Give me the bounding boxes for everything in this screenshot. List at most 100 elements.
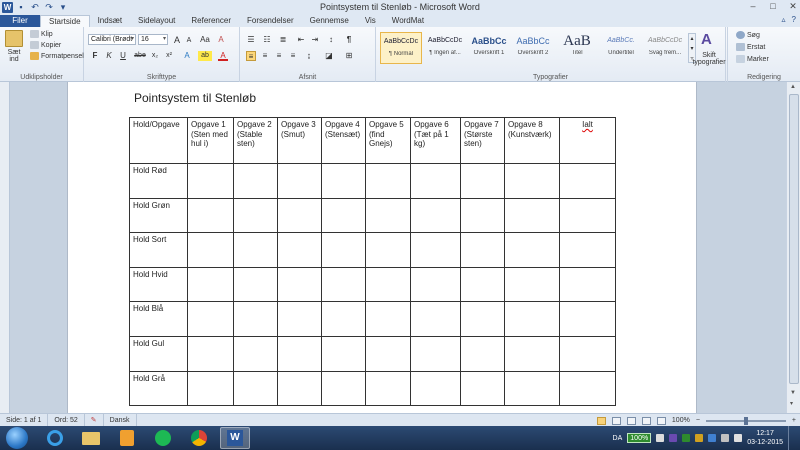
table-header-cell[interactable]: Ialt (559, 117, 616, 164)
score-cell[interactable] (187, 163, 234, 199)
undo-icon[interactable]: ↶ (29, 2, 41, 13)
word-taskbar-icon[interactable]: W (220, 427, 250, 449)
score-cell[interactable] (460, 232, 505, 268)
align-center-icon[interactable]: ≡ (260, 51, 270, 61)
score-cell[interactable] (277, 163, 322, 199)
text-effects-button[interactable]: A (182, 51, 192, 61)
total-cell[interactable] (559, 266, 616, 303)
score-cell[interactable] (365, 197, 411, 234)
page-down-icon[interactable]: ▾ (790, 400, 793, 407)
score-cell[interactable] (365, 335, 411, 372)
page-count[interactable]: Side: 1 af 1 (0, 413, 49, 427)
language-indicator[interactable]: Dansk (104, 413, 137, 427)
total-cell[interactable] (559, 232, 616, 268)
score-cell[interactable] (365, 301, 411, 337)
team-cell[interactable]: Hold Gul (129, 335, 188, 372)
score-cell[interactable] (233, 335, 278, 372)
score-cell[interactable] (277, 266, 322, 303)
zoom-level[interactable]: 100% (672, 417, 690, 424)
tab-file[interactable]: Filer (0, 15, 40, 27)
minimize-ribbon-icon[interactable]: ▵ (782, 15, 786, 24)
grow-font-button[interactable]: A (172, 35, 182, 45)
maximize-icon[interactable]: □ (768, 1, 778, 12)
team-cell[interactable]: Hold Rød (129, 163, 188, 199)
score-cell[interactable] (233, 301, 278, 337)
score-cell[interactable] (365, 232, 411, 268)
score-cell[interactable] (365, 266, 411, 303)
score-cell[interactable] (321, 370, 366, 407)
tab-references[interactable]: Referencer (183, 15, 239, 27)
style-heading-2[interactable]: AaBbCc Overskrift 2 (512, 32, 554, 64)
total-cell[interactable] (559, 370, 616, 407)
tab-insert[interactable]: Indsæt (90, 15, 130, 27)
style-heading-1[interactable]: AaBbCc Overskrift 1 (468, 32, 510, 64)
font-color-button[interactable]: A (218, 51, 228, 61)
increase-indent-icon[interactable]: ⇥ (310, 35, 320, 45)
total-cell[interactable] (559, 197, 616, 234)
scroll-thumb[interactable] (789, 94, 799, 384)
score-cell[interactable] (187, 266, 234, 303)
help-icon[interactable]: ? (792, 15, 796, 24)
team-cell[interactable]: Hold Blå (129, 301, 188, 337)
redo-icon[interactable]: ↷ (43, 2, 55, 13)
score-cell[interactable] (504, 370, 560, 407)
table-header-cell[interactable]: Opgave 3 (Smut) (277, 117, 322, 164)
clear-format-button[interactable]: A (216, 35, 226, 45)
borders-icon[interactable]: ⊞ (344, 51, 354, 61)
change-styles-icon[interactable]: A (701, 31, 712, 48)
bullets-icon[interactable]: ☰ (246, 35, 256, 45)
score-cell[interactable] (460, 335, 505, 372)
scroll-up-icon[interactable]: ▲ (790, 84, 796, 90)
superscript-button[interactable]: x² (164, 51, 174, 61)
change-styles-button[interactable]: Skift typografier (691, 52, 727, 66)
multilevel-list-icon[interactable]: ≣ (278, 35, 288, 45)
subscript-button[interactable]: x₂ (150, 51, 160, 61)
italic-button[interactable]: K (104, 51, 114, 61)
table-header-cell[interactable]: Opgave 5 (find Gnejs) (365, 117, 411, 164)
network-icon[interactable] (721, 434, 730, 442)
minimize-icon[interactable]: – (748, 1, 758, 12)
close-icon[interactable]: ✕ (788, 1, 798, 12)
tab-mailings[interactable]: Forsendelser (239, 15, 302, 27)
volume-icon[interactable] (734, 434, 743, 442)
copy-button[interactable]: Kopier (30, 41, 61, 49)
score-cell[interactable] (365, 163, 411, 199)
tray-app-icon[interactable] (669, 434, 678, 442)
team-cell[interactable]: Hold Grå (129, 370, 188, 407)
team-cell[interactable]: Hold Grøn (129, 197, 188, 234)
media-player-icon[interactable] (112, 427, 142, 449)
score-cell[interactable] (504, 232, 560, 268)
document-page[interactable]: Pointsystem til Stenløb Hold/Opgave Opga… (67, 82, 697, 413)
score-cell[interactable] (410, 335, 461, 372)
cut-button[interactable]: Klip (30, 30, 53, 38)
zoom-out-icon[interactable]: − (696, 417, 700, 424)
font-name-combo[interactable]: Calibri (Brødt ▾ (88, 34, 136, 45)
score-cell[interactable] (277, 232, 322, 268)
numbering-icon[interactable]: ☷ (262, 35, 272, 45)
proofing-icon[interactable]: ✎ (85, 413, 104, 427)
tray-app-icon[interactable] (708, 434, 717, 442)
print-layout-icon[interactable] (596, 416, 606, 425)
tab-home[interactable]: Startside (40, 15, 90, 27)
change-case-button[interactable]: Aa (198, 35, 212, 45)
shading-icon[interactable]: ◪ (324, 51, 334, 61)
total-cell[interactable] (559, 335, 616, 372)
full-screen-reading-icon[interactable] (611, 416, 621, 425)
score-cell[interactable] (277, 370, 322, 407)
vertical-scrollbar[interactable]: ▲ ▼ ▾ (786, 82, 800, 413)
score-cell[interactable] (321, 163, 366, 199)
table-header-cell[interactable]: Opgave 8 (Kunstværk) (504, 117, 560, 164)
score-cell[interactable] (504, 197, 560, 234)
score-cell[interactable] (460, 370, 505, 407)
chrome-icon[interactable] (184, 427, 214, 449)
spotify-icon[interactable] (148, 427, 178, 449)
sort-icon[interactable]: ↕ (326, 35, 336, 45)
justify-icon[interactable]: ≡ (288, 51, 298, 61)
tab-review[interactable]: Gennemse (302, 15, 357, 27)
word-logo-icon[interactable]: W (2, 1, 13, 13)
bold-button[interactable]: F (90, 51, 100, 61)
battery-indicator[interactable]: 100% (627, 433, 652, 443)
score-cell[interactable] (187, 335, 234, 372)
table-header-cell[interactable]: Opgave 7 (Største sten) (460, 117, 505, 164)
total-cell[interactable] (559, 301, 616, 337)
